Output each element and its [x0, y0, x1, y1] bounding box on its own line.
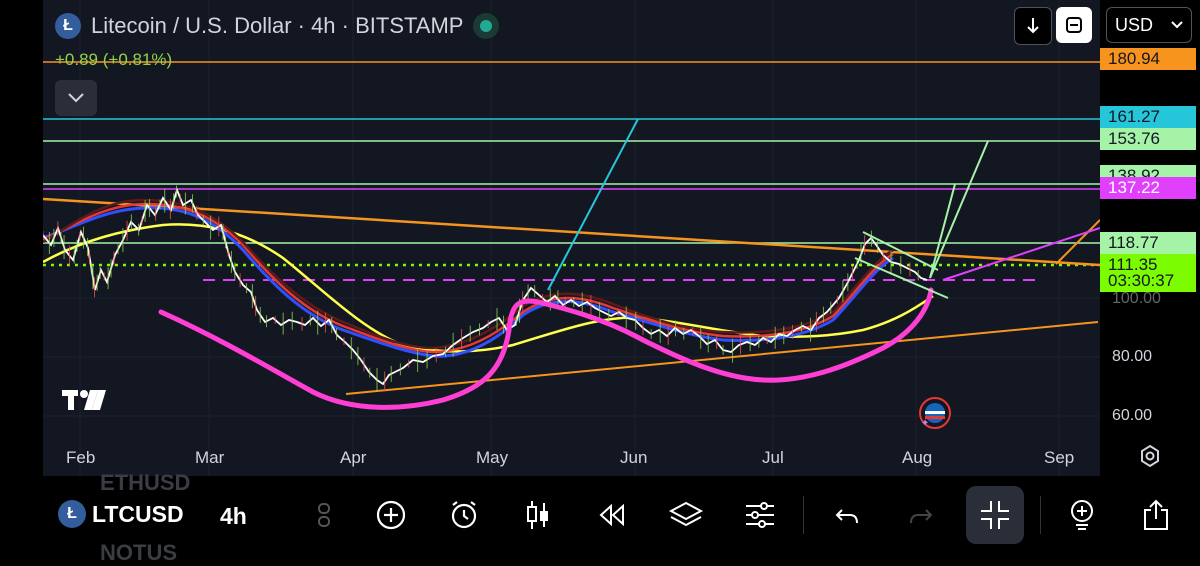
tradingview-logo[interactable] [62, 386, 108, 420]
replay-icon [599, 503, 624, 527]
price-label: 03:30:37 [1100, 269, 1196, 292]
settings-gear-icon[interactable] [1138, 444, 1162, 468]
idea-bulb-icon [1071, 500, 1093, 530]
chart-style-button[interactable] [518, 492, 558, 538]
chart-type-button[interactable] [1056, 7, 1092, 43]
ma-darkred [43, 198, 894, 350]
litecoin-logo-icon: Ł [55, 13, 81, 39]
settings-button[interactable] [740, 492, 780, 538]
projection-magenta [942, 227, 1100, 281]
svg-text:✦: ✦ [921, 418, 929, 429]
x-label: Feb [66, 448, 96, 467]
arrow-down-icon [1027, 18, 1039, 34]
price-label: 153.76 [1100, 128, 1196, 151]
ideas-button[interactable] [1062, 492, 1102, 538]
collapse-legend-button[interactable] [55, 80, 97, 116]
chevron-down-icon [68, 93, 84, 103]
price-series [43, 187, 928, 386]
x-label: Jul [762, 448, 784, 467]
settings-sliders-icon [746, 502, 774, 528]
y-tick: 100.00 [1112, 290, 1161, 307]
x-label: Mar [195, 448, 225, 467]
interval-button[interactable]: 4h [220, 503, 247, 530]
tradingview-logo-icon [62, 390, 106, 410]
layers-button[interactable] [664, 492, 708, 538]
price-label: 180.94 [1100, 48, 1196, 71]
add-button[interactable] [372, 492, 410, 538]
x-label: Sep [1044, 448, 1075, 467]
price-label: 137.22 [1100, 177, 1196, 200]
currency-label: USD [1115, 14, 1154, 35]
rotate-icon [1066, 17, 1082, 33]
share-icon [1144, 499, 1168, 530]
x-label: Aug [902, 448, 933, 467]
indicators-icon [318, 503, 330, 527]
toolbar-divider [1040, 496, 1041, 534]
undo-icon [835, 509, 858, 524]
us-event-icon: ✦ [919, 397, 951, 429]
x-label: Apr [340, 448, 367, 467]
chevron-down-icon [1171, 21, 1183, 29]
alert-clock-icon [451, 501, 477, 529]
symbol-search-button[interactable]: Ł LTCUSD [58, 500, 184, 528]
download-button[interactable] [1014, 7, 1052, 45]
replay-button[interactable] [592, 492, 632, 538]
ma-blue [43, 206, 894, 358]
chart-title[interactable]: Litecoin / U.S. Dollar · 4h · BITSTAMP [91, 13, 463, 39]
fullscreen-exit-button[interactable] [966, 486, 1024, 544]
litecoin-logo-icon: Ł [58, 500, 86, 528]
alert-button[interactable] [444, 492, 484, 538]
undo-button[interactable] [828, 492, 866, 538]
indicators-button[interactable] [310, 492, 338, 538]
x-label: May [476, 448, 509, 467]
projection-cyan [547, 118, 639, 291]
symbol-header: Ł Litecoin / U.S. Dollar · 4h · BITSTAMP [55, 9, 500, 43]
share-button[interactable] [1136, 492, 1176, 538]
candles-icon [527, 501, 548, 529]
market-status-icon [473, 13, 500, 39]
ghost-symbol-below: NOTUS [100, 540, 177, 565]
price-label: 118.77 [1100, 231, 1196, 254]
redo-button[interactable] [902, 492, 940, 538]
fullscreen-exit-icon [981, 501, 1009, 529]
add-icon [376, 500, 406, 530]
price-change: +0.89 (+0.81%) [55, 50, 173, 69]
price-chart[interactable]: ✦ [43, 0, 1100, 476]
price-label: 161.27 [1100, 106, 1196, 129]
x-label: Jun [620, 448, 648, 467]
left-edge [0, 0, 43, 476]
ghost-symbol-above: ETHUSD [100, 470, 191, 495]
chart-pane[interactable]: ✦ [43, 0, 1100, 476]
symbol-label: LTCUSD [92, 500, 184, 527]
layers-icon [668, 501, 704, 527]
y-tick: 60.00 [1112, 407, 1153, 424]
redo-icon [910, 509, 933, 524]
currency-select[interactable]: USD [1106, 7, 1192, 43]
y-tick: 80.00 [1112, 348, 1153, 365]
toolbar-divider [803, 496, 804, 534]
